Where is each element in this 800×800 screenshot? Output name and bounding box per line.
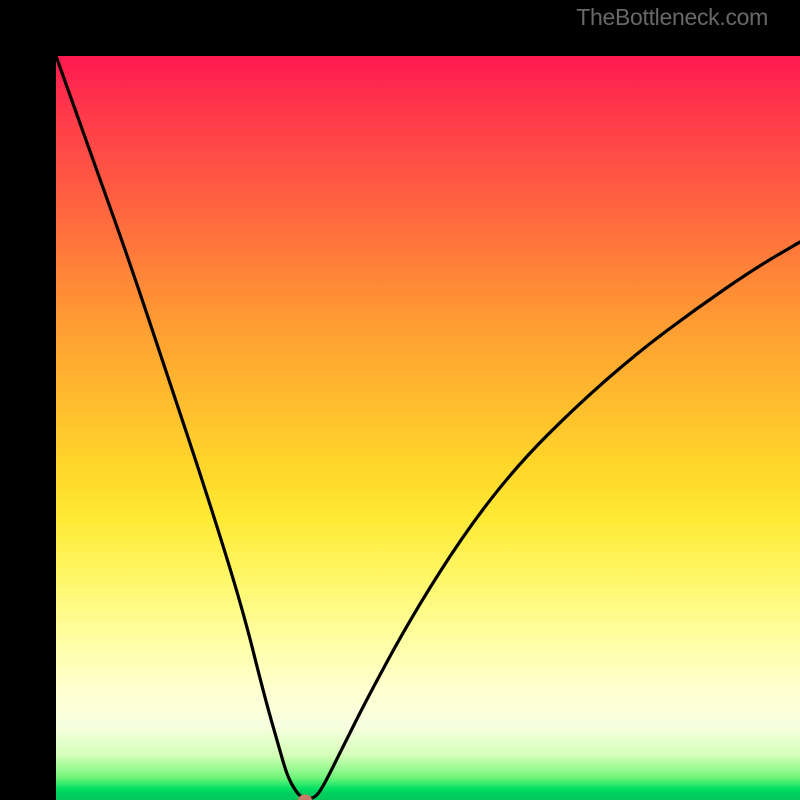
bottleneck-curve (56, 56, 800, 800)
watermark-text: TheBottleneck.com (576, 4, 768, 31)
chart-frame (0, 0, 800, 800)
optimum-marker (298, 795, 312, 800)
plot-area (56, 56, 800, 800)
